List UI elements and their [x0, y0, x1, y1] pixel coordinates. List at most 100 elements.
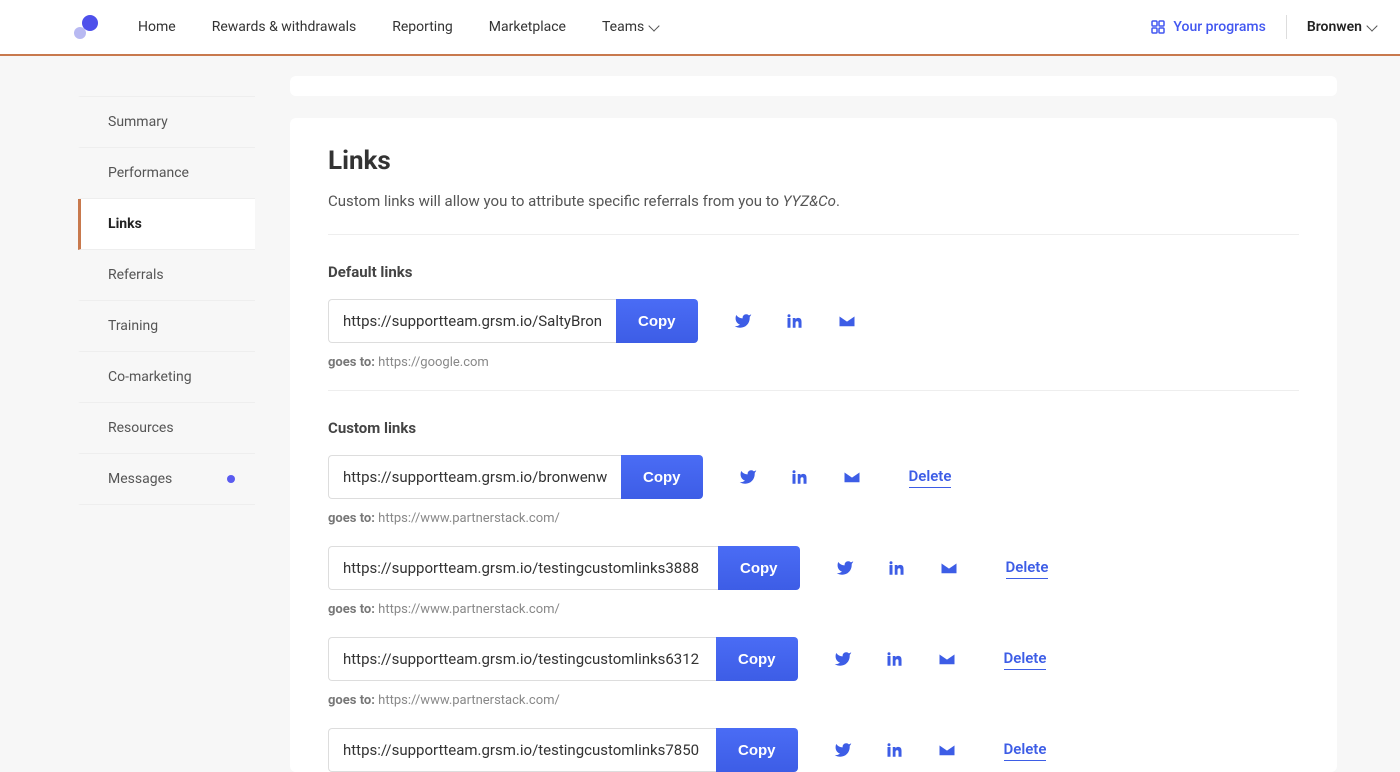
twitter-icon[interactable] — [739, 468, 757, 486]
sidebar-item-label: Messages — [108, 471, 172, 487]
twitter-icon[interactable] — [836, 559, 854, 577]
your-programs-link[interactable]: Your programs — [1151, 19, 1265, 35]
link-input-wrap: Copy — [328, 455, 703, 499]
sidebar-item-resources[interactable]: Resources — [78, 403, 255, 454]
linkedin-icon[interactable] — [886, 650, 904, 668]
goes-to-url: https://www.partnerstack.com/ — [378, 602, 560, 617]
sidebar-item-messages[interactable]: Messages — [78, 454, 255, 505]
link-row: Copy Delete — [328, 637, 1299, 681]
page-subtext: Custom links will allow you to attribute… — [328, 192, 1299, 235]
share-icons — [734, 312, 856, 330]
linkedin-icon[interactable] — [786, 312, 804, 330]
email-icon[interactable] — [940, 559, 958, 577]
twitter-icon[interactable] — [734, 312, 752, 330]
link-url-input[interactable] — [328, 455, 621, 499]
sidebar-item-label: Training — [108, 318, 158, 334]
sidebar-item-links[interactable]: Links — [78, 199, 255, 250]
section-divider — [328, 390, 1299, 391]
sidebar: Summary Performance Links Referrals Training… — [0, 76, 255, 772]
sidebar-item-label: Referrals — [108, 267, 164, 283]
notification-dot-icon — [227, 475, 235, 483]
nav-rewards[interactable]: Rewards & withdrawals — [212, 19, 357, 35]
goes-to: goes to: https://www.partnerstack.com/ — [328, 602, 1299, 617]
user-name: Bronwen — [1307, 19, 1362, 35]
link-input-wrap: Copy — [328, 299, 698, 343]
sidebar-item-summary[interactable]: Summary — [78, 96, 255, 148]
sidebar-item-referrals[interactable]: Referrals — [78, 250, 255, 301]
nav-teams[interactable]: Teams — [602, 19, 658, 35]
goes-to-label: goes to: — [328, 693, 375, 708]
sidebar-item-co-marketing[interactable]: Co-marketing — [78, 352, 255, 403]
goes-to-label: goes to: — [328, 355, 375, 370]
email-icon[interactable] — [938, 650, 956, 668]
logo — [74, 15, 98, 39]
goes-to-label: goes to: — [328, 602, 375, 617]
nav-teams-label: Teams — [602, 19, 644, 35]
email-icon[interactable] — [838, 312, 856, 330]
sidebar-item-label: Links — [108, 216, 142, 232]
nav-reporting[interactable]: Reporting — [392, 19, 453, 35]
sidebar-item-label: Summary — [108, 114, 168, 130]
copy-button[interactable]: Copy — [716, 728, 798, 772]
share-icons — [836, 559, 958, 577]
your-programs-label: Your programs — [1173, 19, 1265, 35]
goes-to-label: goes to: — [328, 511, 375, 526]
default-links-label: Default links — [328, 263, 1299, 281]
company-name: YYZ&Co — [783, 192, 836, 210]
twitter-icon[interactable] — [834, 741, 852, 759]
topbar: Home Rewards & withdrawals Reporting Mar… — [0, 0, 1400, 56]
link-row: Copy Delete — [328, 546, 1299, 590]
email-icon[interactable] — [843, 468, 861, 486]
link-row: Copy — [328, 299, 1299, 343]
main-nav: Home Rewards & withdrawals Reporting Mar… — [138, 19, 1151, 35]
link-url-input[interactable] — [328, 299, 616, 343]
chevron-down-icon — [1366, 20, 1377, 31]
nav-home[interactable]: Home — [138, 19, 176, 35]
goes-to-url: https://www.partnerstack.com/ — [378, 511, 560, 526]
delete-link[interactable]: Delete — [1006, 558, 1049, 579]
sidebar-item-label: Co-marketing — [108, 369, 192, 385]
grid-icon — [1151, 20, 1165, 34]
copy-button[interactable]: Copy — [718, 546, 800, 590]
delete-link[interactable]: Delete — [1004, 649, 1047, 670]
divider — [1286, 15, 1287, 39]
copy-button[interactable]: Copy — [621, 455, 703, 499]
email-icon[interactable] — [938, 741, 956, 759]
goes-to: goes to: https://www.partnerstack.com/ — [328, 693, 1299, 708]
link-input-wrap: Copy — [328, 546, 800, 590]
linkedin-icon[interactable] — [886, 741, 904, 759]
sidebar-item-label: Performance — [108, 165, 189, 181]
goes-to: goes to: https://google.com — [328, 355, 1299, 370]
sidebar-item-training[interactable]: Training — [78, 301, 255, 352]
user-menu[interactable]: Bronwen — [1307, 19, 1376, 35]
link-input-wrap: Copy — [328, 728, 798, 772]
desc-prefix: Custom links will allow you to attribute… — [328, 192, 783, 210]
card-stub — [290, 76, 1337, 96]
goes-to: goes to: https://www.partnerstack.com/ — [328, 511, 1299, 526]
link-row: Copy Delete — [328, 728, 1299, 772]
link-url-input[interactable] — [328, 728, 716, 772]
link-url-input[interactable] — [328, 637, 716, 681]
copy-button[interactable]: Copy — [716, 637, 798, 681]
share-icons — [739, 468, 861, 486]
sidebar-item-label: Resources — [108, 420, 174, 436]
sidebar-item-performance[interactable]: Performance — [78, 148, 255, 199]
chevron-down-icon — [649, 20, 660, 31]
copy-button[interactable]: Copy — [616, 299, 698, 343]
link-url-input[interactable] — [328, 546, 718, 590]
share-icons — [834, 650, 956, 668]
right-nav: Your programs Bronwen — [1151, 15, 1376, 39]
share-icons — [834, 741, 956, 759]
goes-to-url: https://google.com — [378, 355, 489, 370]
desc-suffix: . — [836, 192, 840, 210]
linkedin-icon[interactable] — [791, 468, 809, 486]
nav-marketplace[interactable]: Marketplace — [489, 19, 566, 35]
delete-link[interactable]: Delete — [909, 467, 952, 488]
linkedin-icon[interactable] — [888, 559, 906, 577]
links-card: Links Custom links will allow you to att… — [290, 118, 1337, 772]
custom-links-label: Custom links — [328, 419, 1299, 437]
link-input-wrap: Copy — [328, 637, 798, 681]
link-row: Copy Delete — [328, 455, 1299, 499]
goes-to-url: https://www.partnerstack.com/ — [378, 693, 560, 708]
twitter-icon[interactable] — [834, 650, 852, 668]
